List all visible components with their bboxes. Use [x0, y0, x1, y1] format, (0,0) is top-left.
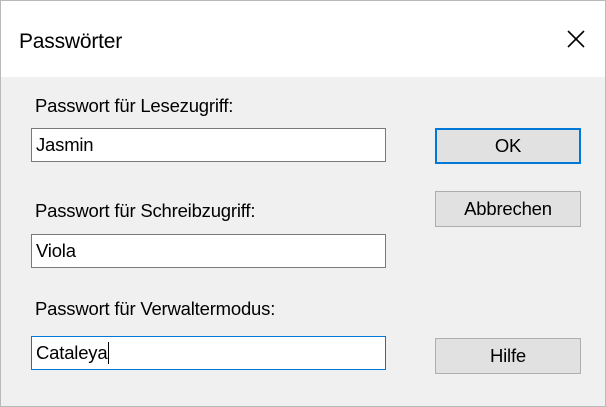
cancel-button[interactable]: Abbrechen: [435, 191, 581, 227]
read-password-field[interactable]: Jasmin: [31, 128, 386, 162]
text-caret: [108, 341, 110, 364]
admin-password-label: Passwort für Verwaltermodus:: [35, 298, 276, 319]
admin-password-field[interactable]: Cataleya: [31, 336, 386, 370]
close-button[interactable]: [547, 1, 605, 77]
close-icon: [567, 30, 585, 48]
read-password-value: Jasmin: [36, 134, 94, 155]
write-password-value: Viola: [36, 240, 76, 261]
title-bar: Passwörter: [1, 1, 605, 77]
dialog-title: Passwörter: [19, 30, 123, 53]
passwords-dialog: Passwörter Passwort für Lesezugriff: Jas…: [0, 0, 606, 407]
write-password-label: Passwort für Schreibzugriff:: [35, 200, 256, 221]
help-button[interactable]: Hilfe: [435, 338, 581, 374]
read-password-label: Passwort für Lesezugriff:: [35, 95, 234, 116]
ok-button[interactable]: OK: [435, 128, 581, 164]
admin-password-value: Cataleya: [36, 342, 108, 363]
write-password-field[interactable]: Viola: [31, 234, 386, 268]
